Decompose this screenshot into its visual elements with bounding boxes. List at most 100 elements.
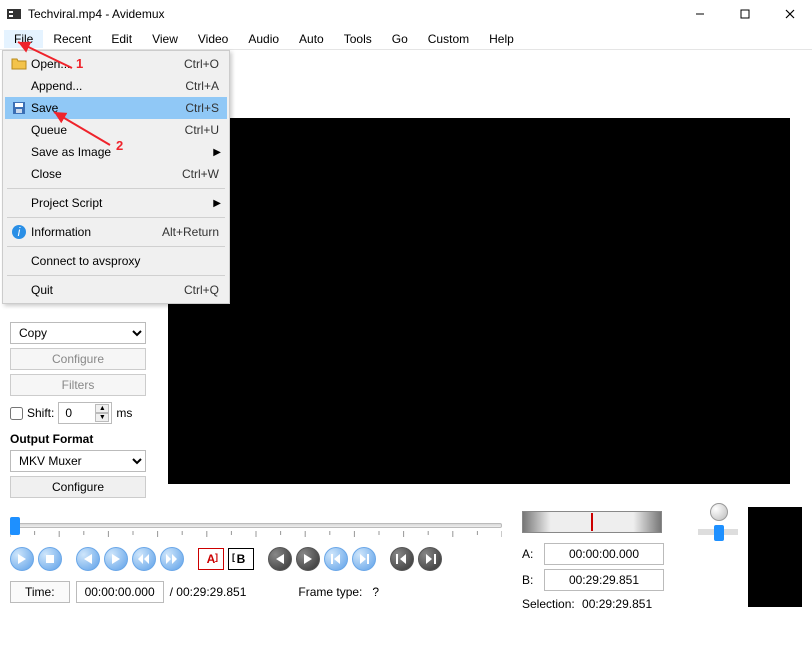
- file-menu-save-shortcut: Ctrl+S: [185, 101, 219, 115]
- next-cut-button[interactable]: [296, 547, 320, 571]
- file-menu-open[interactable]: Open... Ctrl+O: [5, 53, 227, 75]
- annotation-1: 1: [76, 56, 83, 71]
- blank-icon: [9, 166, 29, 182]
- marker-b-value[interactable]: 00:29:29.851: [544, 569, 664, 591]
- file-menu-info-label: Information: [31, 225, 162, 239]
- file-menu-append-shortcut: Ctrl+A: [185, 79, 219, 93]
- file-menu-avsproxy[interactable]: Connect to avsproxy: [5, 250, 227, 272]
- duration-label: / 00:29:29.851: [170, 585, 247, 599]
- file-menu-close-shortcut: Ctrl+W: [182, 167, 219, 181]
- window-title: Techviral.mp4 - Avidemux: [28, 7, 677, 21]
- prev-keyframe-button[interactable]: [132, 547, 156, 571]
- shift-down-button[interactable]: ▼: [95, 413, 109, 422]
- frametype-value: ?: [372, 585, 379, 599]
- play-button[interactable]: [10, 547, 34, 571]
- file-menu-information[interactable]: i Information Alt+Return: [5, 221, 227, 243]
- menu-audio[interactable]: Audio: [238, 30, 289, 48]
- menu-help[interactable]: Help: [479, 30, 524, 48]
- timeline-handle[interactable]: [10, 517, 20, 535]
- goto-start-button[interactable]: [324, 547, 348, 571]
- annotation-2: 2: [116, 138, 123, 153]
- blank-icon: [9, 195, 29, 211]
- audio-output-select[interactable]: Copy: [10, 322, 146, 344]
- menu-file[interactable]: File: [4, 30, 43, 48]
- menu-view[interactable]: View: [142, 30, 188, 48]
- app-icon: [6, 6, 22, 22]
- marker-a-value[interactable]: 00:00:00.000: [544, 543, 664, 565]
- blank-icon: [9, 144, 29, 160]
- output-format-select[interactable]: MKV Muxer: [10, 450, 146, 472]
- menu-separator: [7, 246, 225, 247]
- file-menu-close[interactable]: Close Ctrl+W: [5, 163, 227, 185]
- audio-filters-button[interactable]: Filters: [10, 374, 146, 396]
- selection-rows: A: 00:00:00.000 B: 00:29:29.851: [522, 543, 682, 595]
- blank-icon: [9, 253, 29, 269]
- goto-marker-a-button[interactable]: [390, 547, 414, 571]
- shift-checkbox[interactable]: [10, 407, 23, 420]
- marker-b-label: B: [237, 552, 246, 566]
- file-menu-queue-label: Queue: [31, 123, 185, 137]
- goto-end-button[interactable]: [352, 547, 376, 571]
- jog-wheel[interactable]: [522, 511, 662, 533]
- set-marker-a-button[interactable]: A]: [198, 548, 224, 570]
- stop-button[interactable]: [38, 547, 62, 571]
- menubar: File Recent Edit View Video Audio Auto T…: [0, 28, 812, 50]
- file-menu-script-label: Project Script: [31, 196, 219, 210]
- goto-marker-b-button[interactable]: [418, 547, 442, 571]
- marker-b-row-label: B:: [522, 573, 536, 587]
- next-frame-button[interactable]: [104, 547, 128, 571]
- shift-up-button[interactable]: ▲: [95, 404, 109, 413]
- save-icon: [9, 100, 29, 116]
- file-menu-save-label: Save: [31, 101, 185, 115]
- menu-separator: [7, 188, 225, 189]
- selection-value: 00:29:29.851: [582, 597, 652, 611]
- volume-slider-handle[interactable]: [714, 525, 724, 541]
- submenu-arrow-icon: ▶: [213, 147, 221, 158]
- window-controls: [677, 0, 812, 28]
- shift-unit: ms: [116, 406, 132, 420]
- output-configure-button[interactable]: Configure: [10, 476, 146, 498]
- thumbnail-preview: [748, 507, 802, 607]
- menu-edit[interactable]: Edit: [101, 30, 142, 48]
- file-menu-append[interactable]: Append... Ctrl+A: [5, 75, 227, 97]
- file-menu-save[interactable]: Save Ctrl+S: [5, 97, 227, 119]
- next-keyframe-button[interactable]: [160, 547, 184, 571]
- blank-icon: [9, 78, 29, 94]
- right-panel: A: 00:00:00.000 B: 00:29:29.851 Selectio…: [522, 511, 802, 641]
- prev-frame-button[interactable]: [76, 547, 100, 571]
- menu-go[interactable]: Go: [382, 30, 418, 48]
- open-icon: [9, 56, 29, 72]
- file-menu-project-script[interactable]: Project Script ▶: [5, 192, 227, 214]
- time-value[interactable]: 00:00:00.000: [76, 581, 164, 603]
- minimize-button[interactable]: [677, 0, 722, 28]
- file-menu-info-shortcut: Alt+Return: [162, 225, 219, 239]
- file-menu-quit[interactable]: Quit Ctrl+Q: [5, 279, 227, 301]
- menu-auto[interactable]: Auto: [289, 30, 334, 48]
- selection-row: Selection: 00:29:29.851: [522, 597, 652, 611]
- file-menu-queue-shortcut: Ctrl+U: [185, 123, 219, 137]
- timeline-ticks: [10, 531, 502, 537]
- menu-custom[interactable]: Custom: [418, 30, 479, 48]
- timeline[interactable]: [10, 511, 502, 541]
- close-button[interactable]: [767, 0, 812, 28]
- menu-tools[interactable]: Tools: [334, 30, 382, 48]
- timeline-track: [10, 523, 502, 528]
- info-icon: i: [9, 224, 29, 240]
- file-menu-avs-label: Connect to avsproxy: [31, 254, 219, 268]
- audio-configure-button[interactable]: Configure: [10, 348, 146, 370]
- titlebar: Techviral.mp4 - Avidemux: [0, 0, 812, 28]
- prev-cut-button[interactable]: [268, 547, 292, 571]
- maximize-button[interactable]: [722, 0, 767, 28]
- submenu-arrow-icon: ▶: [213, 198, 221, 209]
- volume-knob-icon: [710, 503, 728, 521]
- set-marker-b-button[interactable]: [B: [228, 548, 254, 570]
- shift-spinbox[interactable]: 0 ▲ ▼: [58, 402, 112, 424]
- file-menu-append-label: Append...: [31, 79, 185, 93]
- output-format-title: Output Format: [10, 432, 158, 446]
- file-menu-saveimg-label: Save as Image: [31, 145, 219, 159]
- menu-recent[interactable]: Recent: [43, 30, 101, 48]
- blank-icon: [9, 122, 29, 138]
- time-button[interactable]: Time:: [10, 581, 70, 603]
- shift-label: Shift:: [27, 406, 54, 420]
- menu-video[interactable]: Video: [188, 30, 238, 48]
